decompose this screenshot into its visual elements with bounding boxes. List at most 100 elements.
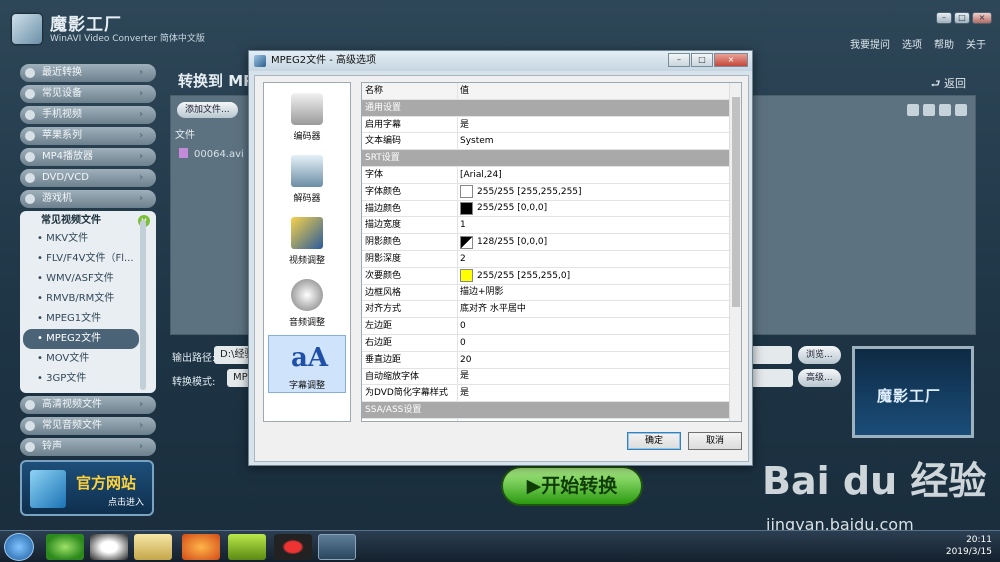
sidebar-item-mkv[interactable]: • MKV文件 bbox=[23, 229, 153, 249]
minimize-button[interactable]: – bbox=[936, 12, 952, 24]
sidebar-item-audio[interactable]: 常见音频文件 bbox=[20, 417, 156, 435]
add-file-button[interactable]: 添加文件... bbox=[177, 102, 238, 118]
grid-row[interactable]: 右边距 0 bbox=[362, 334, 741, 352]
firefox-icon[interactable] bbox=[182, 534, 220, 560]
category-audio[interactable]: 音频调整 bbox=[268, 273, 346, 331]
watermark-logo: Bai du 经验 bbox=[762, 459, 987, 503]
folder-icon[interactable] bbox=[134, 534, 172, 560]
qq-icon[interactable] bbox=[90, 534, 128, 560]
preview-pane: 魔影工厂 bbox=[852, 346, 974, 438]
category-video[interactable]: 视频调整 bbox=[268, 211, 346, 269]
category-decoder[interactable]: 解码器 bbox=[268, 149, 346, 207]
color-swatch[interactable] bbox=[460, 269, 473, 283]
sidebar-item-flv[interactable]: • FLV/F4V文件（Fl... bbox=[23, 249, 153, 269]
converter-taskbar-icon[interactable] bbox=[318, 534, 356, 560]
menu-options[interactable]: 选项 bbox=[902, 36, 922, 51]
grid-row[interactable]: 阴影深度 2 bbox=[362, 250, 741, 268]
media-icon[interactable] bbox=[228, 534, 266, 560]
grid-row[interactable]: 左边距 0 bbox=[362, 318, 741, 335]
taskbar: 20:11 2019/3/15 bbox=[0, 530, 1000, 562]
color-swatch[interactable] bbox=[460, 235, 473, 249]
advanced-button[interactable]: 高级... bbox=[798, 369, 841, 387]
property-grid: 名称值 通用设置 启用字幕是文本编码 System SRT设置 字体 [Arial,24]… bbox=[361, 82, 742, 422]
advanced-options-dialog: MPEG2文件 - 高级选项 – □ × 编码器 解码器 视频调整 音频调整 a… bbox=[248, 50, 753, 466]
sidebar: 最近转换 常见设备 手机视频 苹果系列 MP4播放器 DVD/VCD 游戏机 常… bbox=[20, 64, 156, 459]
maximize-button[interactable]: □ bbox=[954, 12, 970, 24]
encoder-icon bbox=[291, 93, 323, 125]
sidebar-item-hd[interactable]: 高清视频文件 bbox=[20, 396, 156, 414]
menu-ask[interactable]: 我要提问 bbox=[850, 36, 890, 51]
grid-row[interactable]: 字体颜色 255/255 [255,255,255] bbox=[362, 183, 741, 201]
dialog-body: 编码器 解码器 视频调整 音频调整 aA 字幕调整 名称值 通用设置 启用字幕 … bbox=[254, 75, 749, 462]
output-label: 输出路径: bbox=[172, 353, 216, 364]
ok-button[interactable]: 确定 bbox=[627, 432, 681, 450]
grid-row[interactable]: 自动缩放字体是 bbox=[362, 368, 741, 386]
sidebar-item-ringtone[interactable]: 铃声 bbox=[20, 438, 156, 456]
sidebar-item-mov[interactable]: • MOV文件 bbox=[23, 349, 153, 369]
sidebar-item-mpeg2[interactable]: • MPEG2文件 bbox=[23, 329, 139, 349]
plus-icon[interactable] bbox=[939, 104, 951, 116]
grid-header: 名称值 bbox=[362, 83, 741, 100]
category-list: 编码器 解码器 视频调整 音频调整 aA 字幕调整 bbox=[263, 82, 351, 422]
start-convert-button[interactable]: ▶开始转换 bbox=[501, 466, 643, 506]
grid-row[interactable]: 描边宽度 1 bbox=[362, 217, 741, 235]
grid-row[interactable]: 启用样式否 bbox=[362, 418, 741, 421]
cancel-button[interactable]: 取消 bbox=[688, 432, 742, 450]
grid-row[interactable]: 描边颜色 255/255 [0,0,0] bbox=[362, 200, 741, 218]
grid-row[interactable]: 启用字幕是 bbox=[362, 116, 741, 134]
sidebar-item-apple[interactable]: 苹果系列 bbox=[20, 127, 156, 145]
dialog-minimize-button[interactable]: – bbox=[668, 53, 690, 67]
app-icon-1[interactable] bbox=[46, 534, 84, 560]
decoder-icon bbox=[291, 155, 323, 187]
sidebar-item-devices[interactable]: 常见设备 bbox=[20, 85, 156, 103]
back-button[interactable]: ⮐ 返回 bbox=[931, 75, 966, 94]
website-icon bbox=[30, 470, 66, 508]
color-swatch[interactable] bbox=[460, 201, 473, 215]
preview-logo-text: 魔影工厂 bbox=[877, 387, 942, 405]
grid-section: 通用设置 bbox=[362, 99, 741, 117]
file-item[interactable]: 00064.avi bbox=[179, 148, 244, 160]
record-icon[interactable] bbox=[274, 534, 312, 560]
sidebar-item-3gp[interactable]: • 3GP文件 bbox=[23, 369, 153, 389]
speaker-icon bbox=[291, 279, 323, 311]
grid-row[interactable]: 次要颜色 255/255 [255,255,0] bbox=[362, 267, 741, 285]
sidebar-item-mp4[interactable]: MP4播放器 bbox=[20, 148, 156, 166]
clear-icon[interactable] bbox=[955, 104, 967, 116]
remove-icon[interactable] bbox=[907, 104, 919, 116]
color-swatch[interactable] bbox=[460, 185, 473, 199]
sidebar-item-mpeg1[interactable]: • MPEG1文件 bbox=[23, 309, 153, 329]
sidebar-item-phone[interactable]: 手机视频 bbox=[20, 106, 156, 124]
sidebar-item-recent[interactable]: 最近转换 bbox=[20, 64, 156, 82]
category-encoder[interactable]: 编码器 bbox=[268, 87, 346, 145]
grid-row[interactable]: 垂直边距 20 bbox=[362, 351, 741, 369]
grid-section: SRT设置 bbox=[362, 150, 741, 167]
grid-row[interactable]: 字体 [Arial,24] bbox=[362, 166, 741, 184]
sidebar-item-game[interactable]: 游戏机 bbox=[20, 190, 156, 208]
menu-about[interactable]: 关于 bbox=[966, 36, 986, 51]
start-menu-icon[interactable] bbox=[4, 533, 34, 561]
dialog-window-controls: – □ × bbox=[668, 53, 748, 67]
grid-row[interactable]: 文本编码 System bbox=[362, 133, 741, 151]
official-site-banner[interactable]: 官方网站 点击进入 bbox=[20, 460, 154, 516]
sidebar-item-dvd[interactable]: DVD/VCD bbox=[20, 169, 156, 187]
grid-row[interactable]: 对齐方式 底对齐 水平居中 bbox=[362, 301, 741, 319]
menu-help[interactable]: 帮助 bbox=[934, 36, 954, 51]
sidebar-group-video: 常见视频文件v • MKV文件 • FLV/F4V文件（Fl... • WMV/… bbox=[20, 211, 156, 393]
grid-row[interactable]: 阴影颜色 128/255 [0,0,0] bbox=[362, 234, 741, 251]
sidebar-item-rmvb[interactable]: • RMVB/RM文件 bbox=[23, 289, 153, 309]
mode-label: 转换模式: bbox=[172, 377, 216, 388]
up-icon[interactable] bbox=[923, 104, 935, 116]
category-subtitle[interactable]: aA 字幕调整 bbox=[268, 335, 346, 393]
grid-row[interactable]: 边框风格 描边+阴影 bbox=[362, 284, 741, 302]
sidebar-item-wmv[interactable]: • WMV/ASF文件 bbox=[23, 269, 153, 289]
grid-row[interactable]: 为DVD简化字幕样式是 bbox=[362, 385, 741, 403]
system-clock[interactable]: 20:11 2019/3/15 bbox=[946, 534, 992, 558]
grid-scrollbar[interactable] bbox=[729, 83, 741, 421]
browse-button[interactable]: 浏览... bbox=[798, 346, 841, 364]
dialog-maximize-button[interactable]: □ bbox=[691, 53, 713, 67]
dialog-close-button[interactable]: × bbox=[714, 53, 748, 67]
close-button[interactable]: × bbox=[972, 12, 992, 24]
sidebar-group-title[interactable]: 常见视频文件v bbox=[23, 213, 153, 229]
video-adjust-icon bbox=[291, 217, 323, 249]
sidebar-scrollbar[interactable] bbox=[140, 220, 146, 390]
